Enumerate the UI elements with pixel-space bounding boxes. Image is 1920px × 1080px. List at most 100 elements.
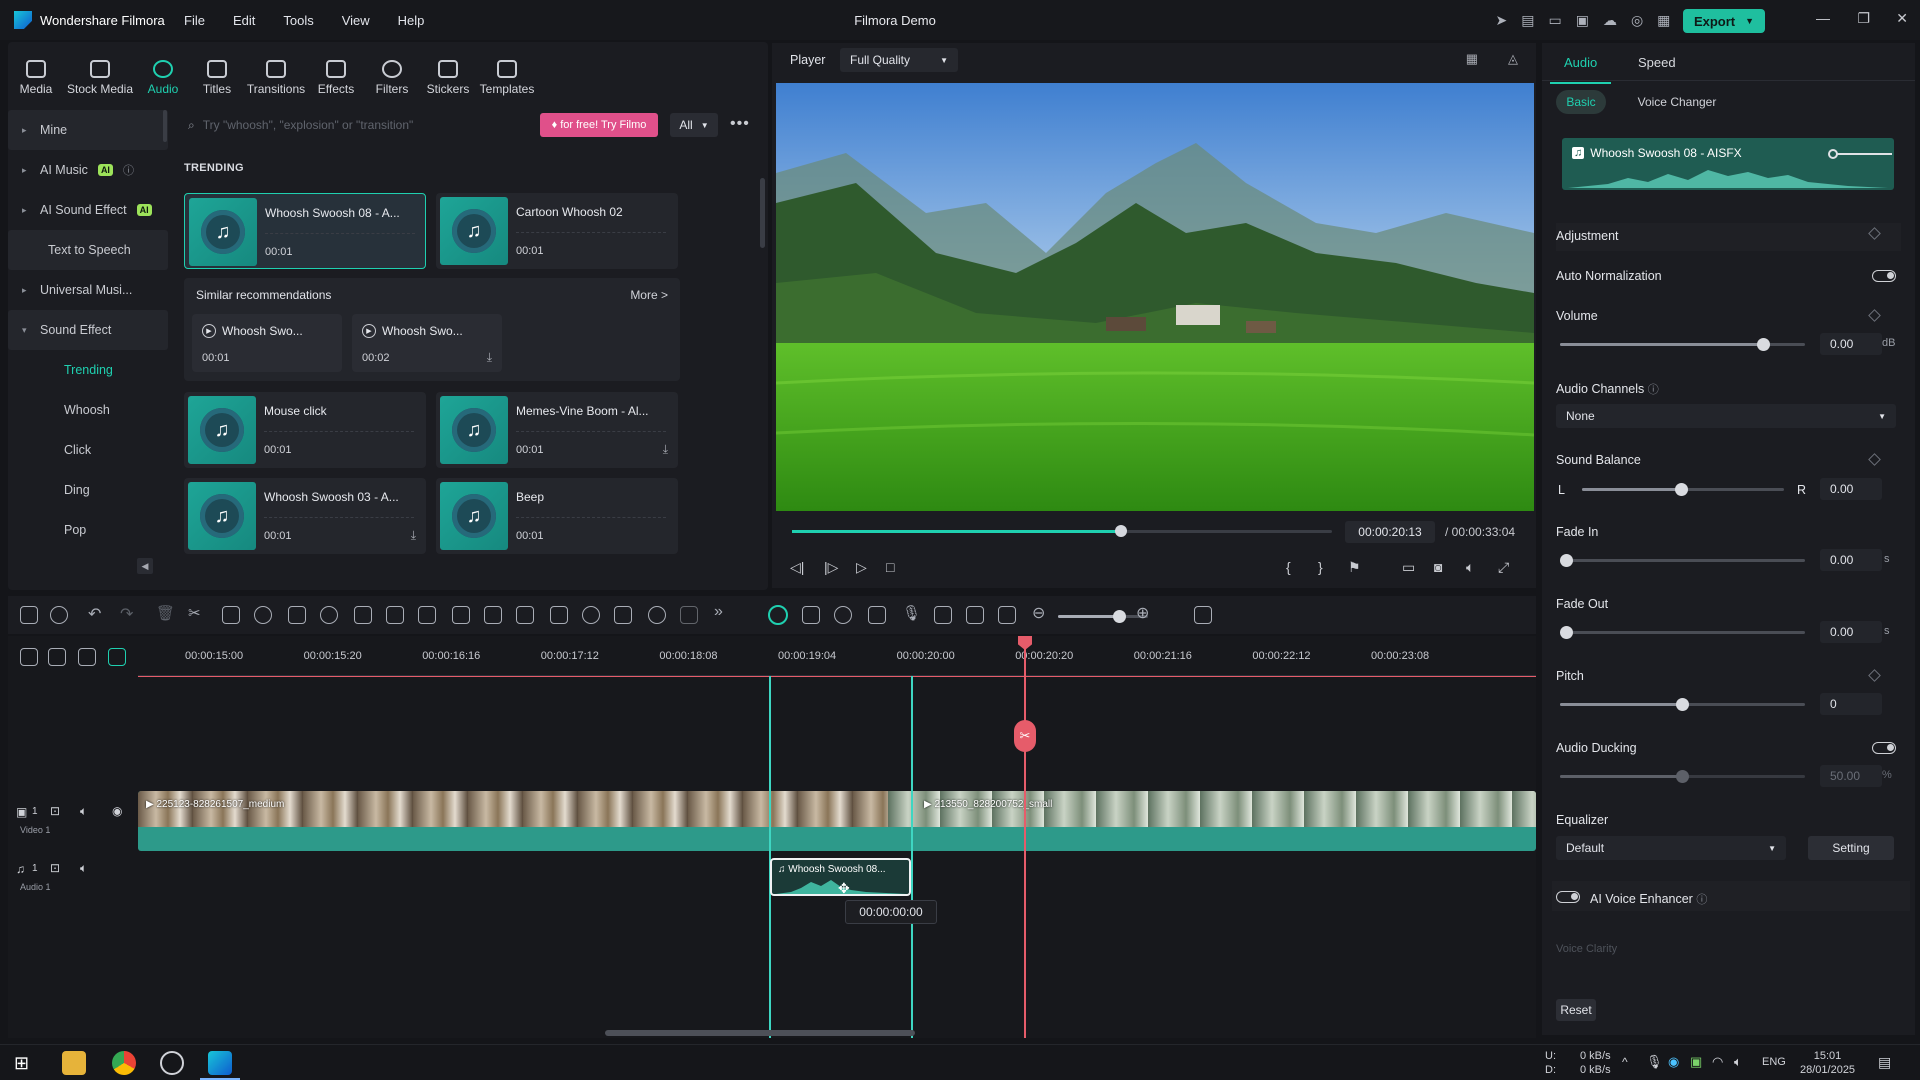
send-icon[interactable]: ➤ (1496, 12, 1508, 29)
menu-view[interactable]: View (342, 13, 370, 28)
tab-filters[interactable]: Filters (364, 43, 420, 99)
reset-button[interactable]: Reset (1556, 999, 1596, 1021)
snapshot-icon[interactable]: ◙ (1434, 559, 1442, 575)
subtab-basic[interactable]: Basic (1556, 90, 1606, 114)
keyframe-icon[interactable] (1868, 453, 1881, 466)
timeline-scrollbar[interactable] (605, 1030, 915, 1036)
audio-channels-dropdown[interactable]: None ▼ (1556, 404, 1896, 428)
fade-out-value[interactable]: 0.00 (1820, 621, 1882, 643)
more-tools-icon[interactable]: » (714, 603, 723, 621)
voice-enhancer-toggle[interactable] (1556, 891, 1580, 903)
auto-normalization-toggle[interactable] (1872, 270, 1896, 282)
delete-icon[interactable]: 🗑︎ (156, 604, 175, 622)
mark-out-icon[interactable]: } (1318, 559, 1323, 575)
render-icon[interactable] (802, 606, 820, 624)
view-options-icon[interactable] (1194, 606, 1212, 624)
split-at-playhead-icon[interactable]: ✂ (1014, 720, 1036, 752)
menu-edit[interactable]: Edit (233, 13, 255, 28)
fade-in-value[interactable]: 0.00 (1820, 549, 1882, 571)
language-indicator[interactable]: ENG (1762, 1056, 1786, 1068)
sidebar-item-text-to-speech[interactable]: Text to Speech (8, 230, 168, 270)
clock[interactable]: 15:01 28/01/2025 (1800, 1049, 1855, 1077)
audio-card[interactable]: ♫ Whoosh Swoosh 03 - A... 00:01 ⤓ (184, 478, 426, 554)
track-manager-icon[interactable] (78, 648, 96, 666)
tab-titles[interactable]: Titles (190, 43, 244, 99)
audio-card[interactable]: ♫ Beep 00:01 (436, 478, 678, 554)
play-icon[interactable]: ▷ (856, 559, 867, 576)
audio-card[interactable]: ♫ Memes-Vine Boom - Al... 00:01 ⤓ (436, 392, 678, 468)
sidebar-sub-trending[interactable]: Trending (8, 350, 168, 390)
library-scrollbar[interactable] (760, 178, 765, 248)
sidebar-scrollbar[interactable] (163, 110, 167, 142)
quality-dropdown[interactable]: Full Quality ▼ (840, 48, 958, 72)
fade-in-slider[interactable] (1560, 554, 1805, 567)
audio-mix-icon[interactable] (934, 606, 952, 624)
tab-speed[interactable]: Speed (1638, 55, 1676, 70)
keyframe-tool-icon[interactable] (516, 606, 534, 624)
apps-grid-icon[interactable]: ▦ (1657, 12, 1670, 29)
mark-in-icon[interactable]: { (1286, 559, 1291, 575)
split-icon[interactable]: ✂ (188, 604, 201, 622)
sidebar-item-ai-sound-effect[interactable]: ▸ AI Sound Effect AI (8, 190, 168, 230)
zoom-in-icon[interactable]: ⊕ (1136, 603, 1149, 623)
sidebar-item-ai-music[interactable]: ▸ AI Music AI ⓘ (8, 150, 168, 190)
time-ruler[interactable]: 00:00:15:00 00:00:15:20 00:00:16:16 00:00:1… (138, 636, 1536, 676)
cloud-icon[interactable]: ☁ (1603, 12, 1617, 29)
windows-start-icon[interactable]: ⊞ (14, 1053, 29, 1074)
speaker-icon[interactable]: 🔈︎ (1734, 1054, 1742, 1070)
speed-icon[interactable] (254, 606, 272, 624)
equalizer-dropdown[interactable]: Default ▼ (1556, 836, 1786, 860)
slider-handle[interactable] (1560, 554, 1573, 567)
ducking-slider[interactable] (1560, 770, 1805, 783)
volume-slider[interactable] (1560, 338, 1805, 351)
sidebar-sub-ding[interactable]: Ding (8, 470, 168, 510)
app-tray-icon[interactable]: ◉ (1668, 1054, 1679, 1070)
zoom-out-icon[interactable]: ⊖ (1032, 603, 1045, 623)
chrome-icon[interactable] (112, 1051, 136, 1075)
playback-scrubber[interactable] (792, 525, 1332, 537)
equalizer-setting-button[interactable]: Setting (1808, 836, 1894, 860)
audio-stretch-icon[interactable] (452, 606, 470, 624)
lock-icon[interactable]: ⊡ (50, 804, 60, 818)
stop-icon[interactable]: □ (886, 559, 894, 575)
collapse-sidebar-icon[interactable]: ◀ (137, 558, 153, 574)
audio-card[interactable]: ♫ Whoosh Swoosh 08 - A... 00:01 (184, 193, 426, 269)
notification-icon[interactable]: ▤ (1878, 1054, 1891, 1071)
scrubber-handle[interactable] (1115, 525, 1128, 537)
balance-value[interactable]: 0.00 (1820, 478, 1882, 500)
task-icon[interactable]: ▤ (1521, 12, 1534, 29)
link-icon[interactable] (48, 648, 66, 666)
export-button[interactable]: Export ▼ (1683, 9, 1765, 33)
nvidia-tray-icon[interactable]: ▣ (1690, 1054, 1702, 1070)
search-input[interactable]: ⌕ Try "whoosh", "explosion" or "transitio… (180, 112, 535, 138)
tab-media[interactable]: Media (8, 43, 64, 99)
mute-icon[interactable]: 🔈︎ (80, 861, 87, 876)
auto-reframe-icon[interactable] (648, 606, 666, 624)
fade-out-slider[interactable] (1560, 626, 1805, 639)
undo-icon[interactable]: ↶ (88, 604, 101, 624)
scope-icon[interactable]: ◬ (1508, 51, 1518, 67)
similar-item[interactable]: ▶ Whoosh Swo... 00:02 ⤓ (352, 314, 502, 372)
play-reverse-icon[interactable]: |▷ (824, 559, 838, 576)
tracking-icon[interactable] (680, 606, 698, 624)
tab-transitions[interactable]: Transitions (244, 43, 308, 99)
add-track-icon[interactable] (20, 648, 38, 666)
slider-handle[interactable] (1676, 770, 1689, 783)
shield-icon[interactable] (868, 606, 886, 624)
adjust-icon[interactable] (418, 606, 436, 624)
color-icon[interactable] (288, 606, 306, 624)
wifi-icon[interactable]: ◠ (1712, 1054, 1723, 1070)
motion-icon[interactable] (484, 606, 502, 624)
sidebar-sub-whoosh[interactable]: Whoosh (8, 390, 168, 430)
play-icon[interactable]: ▶ (362, 324, 376, 338)
replace-icon[interactable] (998, 606, 1016, 624)
magnet-snap-icon[interactable] (768, 605, 788, 625)
tab-stock-media[interactable]: Stock Media (64, 43, 136, 99)
clip-volume-slider[interactable] (1828, 149, 1892, 159)
lock-icon[interactable]: ⊡ (50, 861, 60, 875)
tab-templates[interactable]: Templates (476, 43, 538, 99)
playhead-line[interactable] (1024, 636, 1026, 1038)
help-icon[interactable]: ⓘ (1648, 384, 1659, 396)
redo-icon[interactable]: ↷ (120, 604, 133, 624)
video-preview[interactable] (776, 83, 1534, 511)
